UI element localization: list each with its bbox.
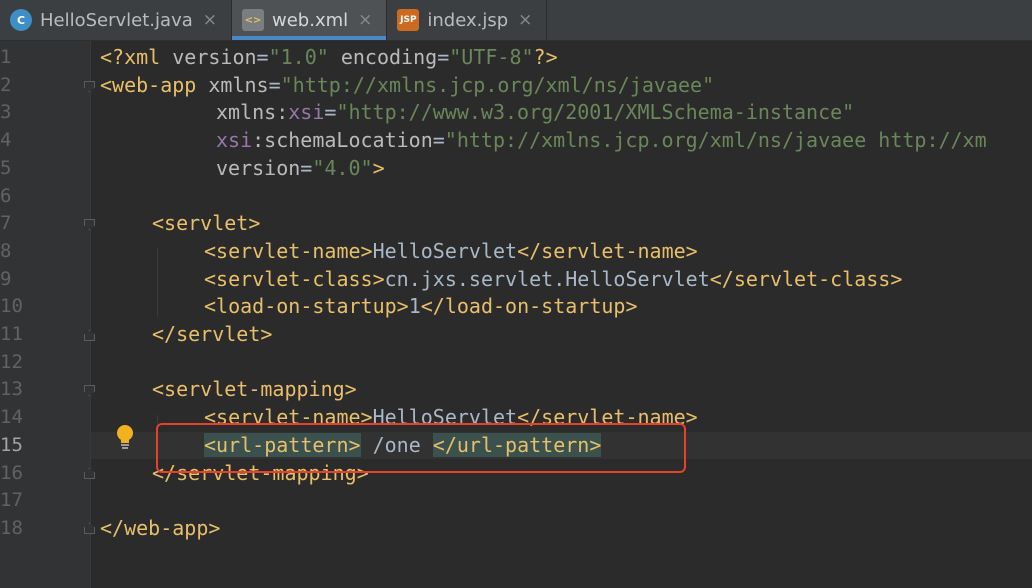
- line-number: 14: [0, 406, 23, 429]
- line-number: 16: [0, 461, 23, 484]
- line-number: 4: [0, 129, 12, 152]
- tab-web-xml[interactable]: <> web.xml ×: [232, 0, 388, 40]
- code-line-7: <servlet>: [152, 211, 261, 236]
- tab-label: web.xml: [272, 9, 349, 31]
- code-line-8: <servlet-name>HelloServlet</servlet-name…: [204, 238, 698, 263]
- line-number: 9: [0, 267, 12, 290]
- close-icon[interactable]: ×: [518, 10, 532, 30]
- line-number: 13: [0, 378, 23, 401]
- code-line-1: <?xml version="1.0" encoding="UTF-8"?>: [100, 45, 558, 69]
- tab-label: index.jsp: [427, 9, 509, 31]
- line-number: 10: [0, 295, 23, 318]
- xml-file-icon: <>: [242, 9, 264, 31]
- editor-tab-bar: C HelloServlet.java × <> web.xml × JSP i…: [0, 0, 1032, 41]
- code-line-18: </web-app>: [100, 515, 221, 540]
- jsp-file-icon: JSP: [397, 9, 420, 31]
- line-number: 7: [0, 212, 12, 235]
- code-line-3: xmlns:xsi="http://www.w3.org/2001/XMLSch…: [216, 100, 855, 125]
- line-number: 2: [0, 73, 12, 96]
- line-number: 5: [0, 156, 12, 179]
- java-class-icon: C: [10, 9, 32, 31]
- line-number: 12: [0, 350, 23, 373]
- lightbulb-icon[interactable]: [115, 423, 135, 451]
- line-number: 1: [0, 46, 12, 68]
- code-editor[interactable]: <?xml version="1.0" encoding="UTF-8"?> <…: [91, 41, 1032, 588]
- code-line-13: <servlet-mapping>: [152, 377, 357, 402]
- code-line-10: <load-on-startup>1</load-on-startup>: [204, 294, 638, 319]
- code-line-2: <web-app xmlns="http://xmlns.jcp.org/xml…: [100, 72, 715, 97]
- line-number: 3: [0, 101, 12, 124]
- code-line-11: </servlet>: [152, 322, 273, 346]
- tab-index-jsp[interactable]: JSP index.jsp ×: [387, 0, 548, 40]
- line-number-gutter[interactable]: 1 2 3 4 5 6 7 8 9 10 11 12 13 14 15 16 1…: [0, 41, 95, 588]
- line-number: 6: [0, 184, 12, 207]
- tab-label: HelloServlet.java: [40, 9, 193, 31]
- code-line-4: xsi:schemaLocation="http://xmlns.jcp.org…: [216, 128, 987, 153]
- line-number-current: 15: [0, 433, 23, 456]
- line-number: 8: [0, 239, 12, 262]
- line-number: 11: [0, 323, 23, 345]
- code-line-9: <servlet-class>cn.jxs.servlet.HelloServl…: [204, 266, 903, 291]
- close-icon[interactable]: ×: [203, 10, 217, 30]
- close-icon[interactable]: ×: [358, 10, 372, 30]
- code-line-5: version="4.0">: [216, 155, 385, 180]
- line-number: 18: [0, 516, 23, 539]
- annotation-highlight-box: [156, 423, 686, 473]
- line-number: 17: [0, 489, 23, 512]
- tab-hello-servlet-java[interactable]: C HelloServlet.java ×: [0, 0, 232, 40]
